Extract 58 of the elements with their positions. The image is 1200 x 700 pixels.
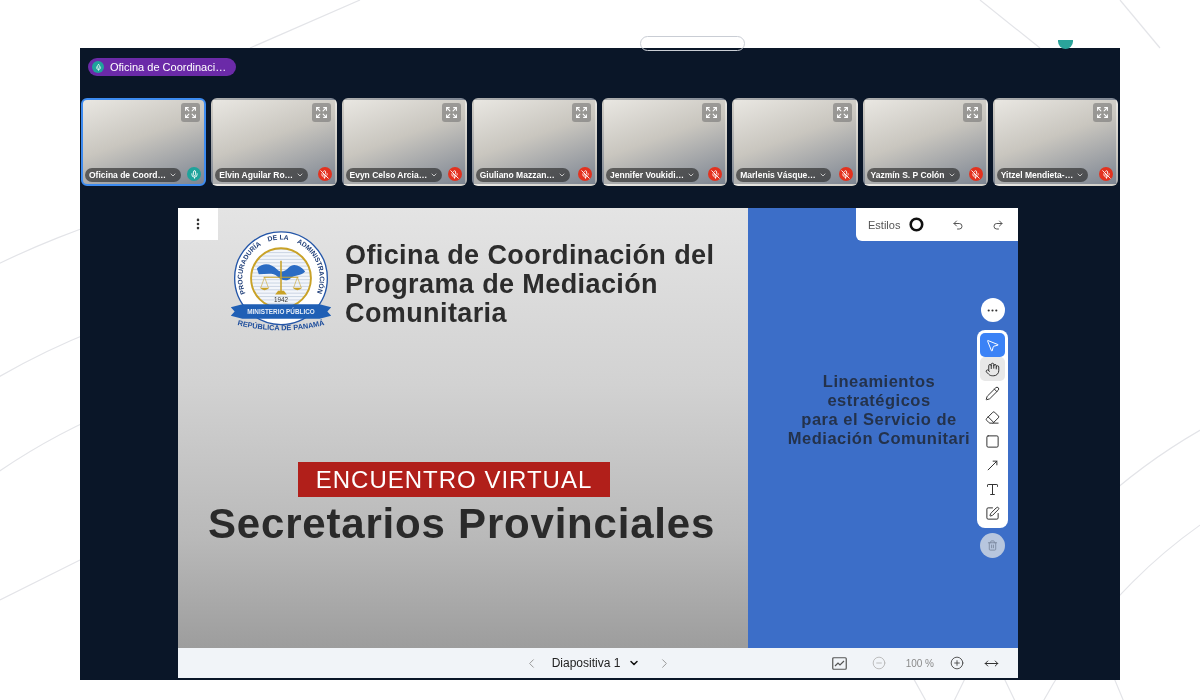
fullscreen-button[interactable] <box>1093 103 1112 122</box>
trash-icon <box>987 540 998 551</box>
chevron-down-icon[interactable] <box>430 171 439 179</box>
fullscreen-button[interactable] <box>441 103 461 122</box>
fullscreen-button[interactable] <box>962 103 982 122</box>
styles-label[interactable]: Estilos <box>868 218 901 231</box>
cursor-icon <box>985 337 1000 353</box>
eraser-icon <box>985 409 1000 425</box>
event-banner: ENCUENTRO VIRTUAL <box>298 462 610 497</box>
participant-name: Oficina de Coord… <box>89 170 166 180</box>
text-icon <box>985 481 1000 497</box>
fullscreen-button[interactable] <box>702 103 722 122</box>
speaker-name: Oficina de Coordinaci… <box>110 61 227 73</box>
expand-icon <box>965 106 979 119</box>
chevron-down-icon[interactable] <box>296 171 305 179</box>
fullscreen-button[interactable] <box>311 103 331 122</box>
hand-icon <box>985 361 1000 377</box>
chart-icon <box>832 656 848 670</box>
undo-icon <box>952 218 965 231</box>
participant-name: Elvin Aguilar Ro… <box>219 170 294 180</box>
redo-icon <box>992 218 1005 231</box>
zoom-out-icon <box>871 656 886 670</box>
fullscreen-button[interactable] <box>832 103 852 122</box>
chevron-down-icon[interactable] <box>169 171 177 179</box>
participant-name: Giuliano Mazzan… <box>479 170 555 180</box>
expand-icon <box>1096 106 1109 119</box>
pencil-icon <box>985 385 1000 401</box>
ring-icon[interactable] <box>909 217 925 232</box>
mic-icon <box>92 61 104 73</box>
zoom-level: 100 % <box>905 657 934 669</box>
chevron-down-icon[interactable] <box>687 171 695 179</box>
expand-icon <box>705 106 719 119</box>
expand-icon <box>314 106 328 119</box>
arrow-icon <box>985 457 1000 473</box>
slide-selector[interactable]: Diapositiva 1 <box>551 656 641 670</box>
expand-icon <box>575 106 588 119</box>
tool-button[interactable] <box>980 357 1005 381</box>
more-button[interactable] <box>980 298 1005 322</box>
chevron-down-icon[interactable] <box>557 171 566 179</box>
slide-title: Oficina de Coordinación del Programa de Mediación Comunitaria <box>345 240 715 328</box>
participant-name: Marlenis Vásque… <box>740 170 816 180</box>
slide-headline: Secretarios Provinciales <box>208 501 717 547</box>
chevron-down-icon[interactable] <box>1076 171 1085 179</box>
slide-side-text: Lineamientos estratégicos para el Servicio de Mediación Comunitari <box>786 372 972 448</box>
expand-icon <box>444 106 458 119</box>
fullscreen-button[interactable] <box>181 103 201 122</box>
participant-name: Jennifer Voukidi… <box>610 170 684 180</box>
participant-name: Yitzel Mendieta-… <box>1000 170 1074 180</box>
chevron-down-icon[interactable] <box>947 171 956 179</box>
expand-icon <box>184 106 198 119</box>
expand-icon <box>835 106 849 119</box>
participant-name: Yazmín S. P Colón <box>870 170 945 180</box>
chevron-down-icon[interactable] <box>818 171 827 179</box>
square-icon <box>985 433 1000 449</box>
edit-icon <box>985 505 1000 521</box>
fullscreen-button[interactable] <box>572 103 591 122</box>
participant-name: Evyn Celso Arcia… <box>349 170 428 180</box>
zoom-in-icon <box>950 656 964 670</box>
